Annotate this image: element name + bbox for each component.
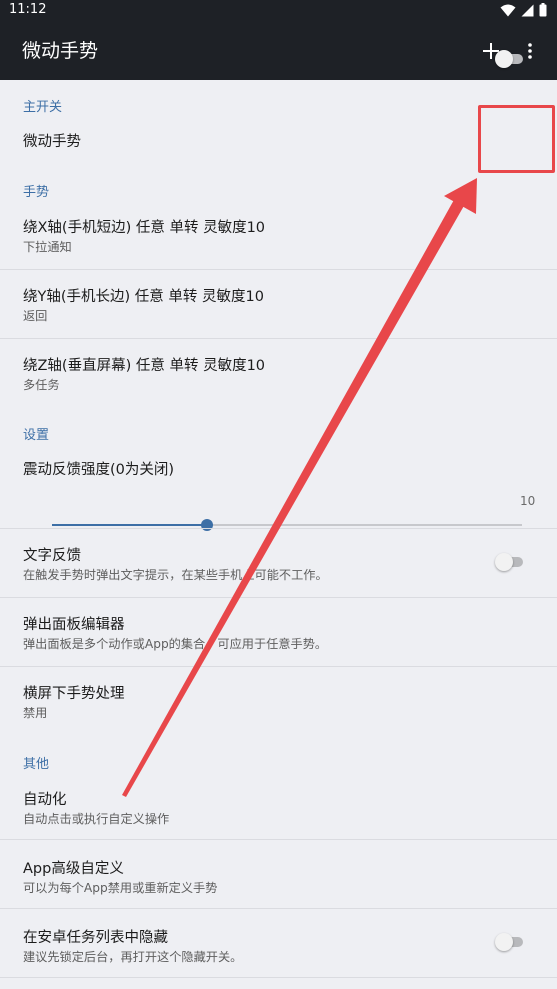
settings-list: 主开关 微动手势 手势 绕X轴(手机短边) 任意 单转 灵敏度10 下拉通知 绕… [0, 50, 557, 989]
section-header-settings: 设置 [23, 428, 50, 443]
toggle-thumb [495, 553, 513, 571]
gesture-subtitle: 下拉通知 [23, 240, 72, 254]
popup-editor-subtitle: 弹出面板是多个动作或App的集合，可应用于任意手势。 [23, 637, 328, 651]
slider-fill [52, 524, 208, 526]
automation-title: 自动化 [23, 792, 67, 808]
section-header-gestures: 手势 [23, 185, 50, 200]
gesture-row-x[interactable]: 绕X轴(手机短边) 任意 单转 灵敏度10 下拉通知 [0, 200, 557, 269]
main-switch-row[interactable]: 微动手势 [0, 50, 557, 166]
text-feedback-row[interactable]: 文字反馈 在触发手势时弹出文字提示，在某些手机上可能不工作。 [0, 528, 557, 597]
text-feedback-toggle[interactable] [495, 553, 525, 571]
gesture-row-z[interactable]: 绕Z轴(垂直屏幕) 任意 单转 灵敏度10 多任务 [0, 338, 557, 407]
vibration-title: 震动反馈强度(0为关闭) [23, 462, 175, 478]
gesture-subtitle: 多任务 [23, 378, 60, 392]
popup-editor-title: 弹出面板编辑器 [23, 617, 125, 633]
wifi-icon [500, 4, 516, 16]
vibration-max-label: 10 [520, 494, 536, 508]
text-feedback-subtitle: 在触发手势时弹出文字提示，在某些手机上可能不工作。 [23, 568, 328, 582]
annotation-highlight-box [478, 105, 555, 173]
status-time: 11:12 [9, 2, 47, 17]
automation-subtitle: 自动点击或执行自定义操作 [23, 812, 170, 826]
main-switch-title: 微动手势 [23, 134, 81, 150]
hide-recent-title: 在安卓任务列表中隐藏 [23, 930, 168, 946]
signal-icon [521, 4, 534, 16]
vibration-row: 震动反馈强度(0为关闭) [0, 442, 557, 528]
hide-recent-row[interactable]: 在安卓任务列表中隐藏 建议先锁定后台，再打开这个隐藏开关。 [0, 908, 557, 977]
status-bar: 11:12 [0, 0, 557, 20]
gesture-subtitle: 返回 [23, 309, 48, 323]
gesture-title: 绕X轴(手机短边) 任意 单转 灵敏度10 [23, 220, 266, 236]
toggle-thumb [495, 933, 513, 951]
hide-recent-toggle[interactable] [495, 933, 525, 951]
hide-recent-subtitle: 建议先锁定后台，再打开这个隐藏开关。 [23, 950, 243, 964]
automation-row[interactable]: 自动化 自动点击或执行自定义操作 [0, 770, 557, 839]
landscape-row[interactable]: 横屏下手势处理 禁用 [0, 666, 557, 735]
app-custom-row[interactable]: App高级自定义 可以为每个App禁用或重新定义手势 [0, 839, 557, 908]
gesture-title: 绕Y轴(手机长边) 任意 单转 灵敏度10 [23, 289, 264, 305]
landscape-subtitle: 禁用 [23, 706, 48, 720]
battery-icon [539, 3, 547, 17]
app-custom-subtitle: 可以为每个App禁用或重新定义手势 [23, 881, 218, 895]
popup-editor-row[interactable]: 弹出面板编辑器 弹出面板是多个动作或App的集合，可应用于任意手势。 [0, 597, 557, 666]
more-vert-icon [528, 43, 532, 59]
gesture-title: 绕Z轴(垂直屏幕) 任意 单转 灵敏度10 [23, 358, 266, 374]
app-title: 微动手势 [22, 40, 99, 62]
divider [0, 977, 557, 978]
landscape-title: 横屏下手势处理 [23, 686, 125, 702]
app-custom-title: App高级自定义 [23, 861, 124, 877]
text-feedback-title: 文字反馈 [23, 548, 81, 564]
status-icons [500, 3, 547, 17]
section-header-main-switch: 主开关 [23, 100, 63, 115]
gesture-row-y[interactable]: 绕Y轴(手机长边) 任意 单转 灵敏度10 返回 [0, 269, 557, 338]
app-bar: 微动手势 [0, 20, 557, 80]
